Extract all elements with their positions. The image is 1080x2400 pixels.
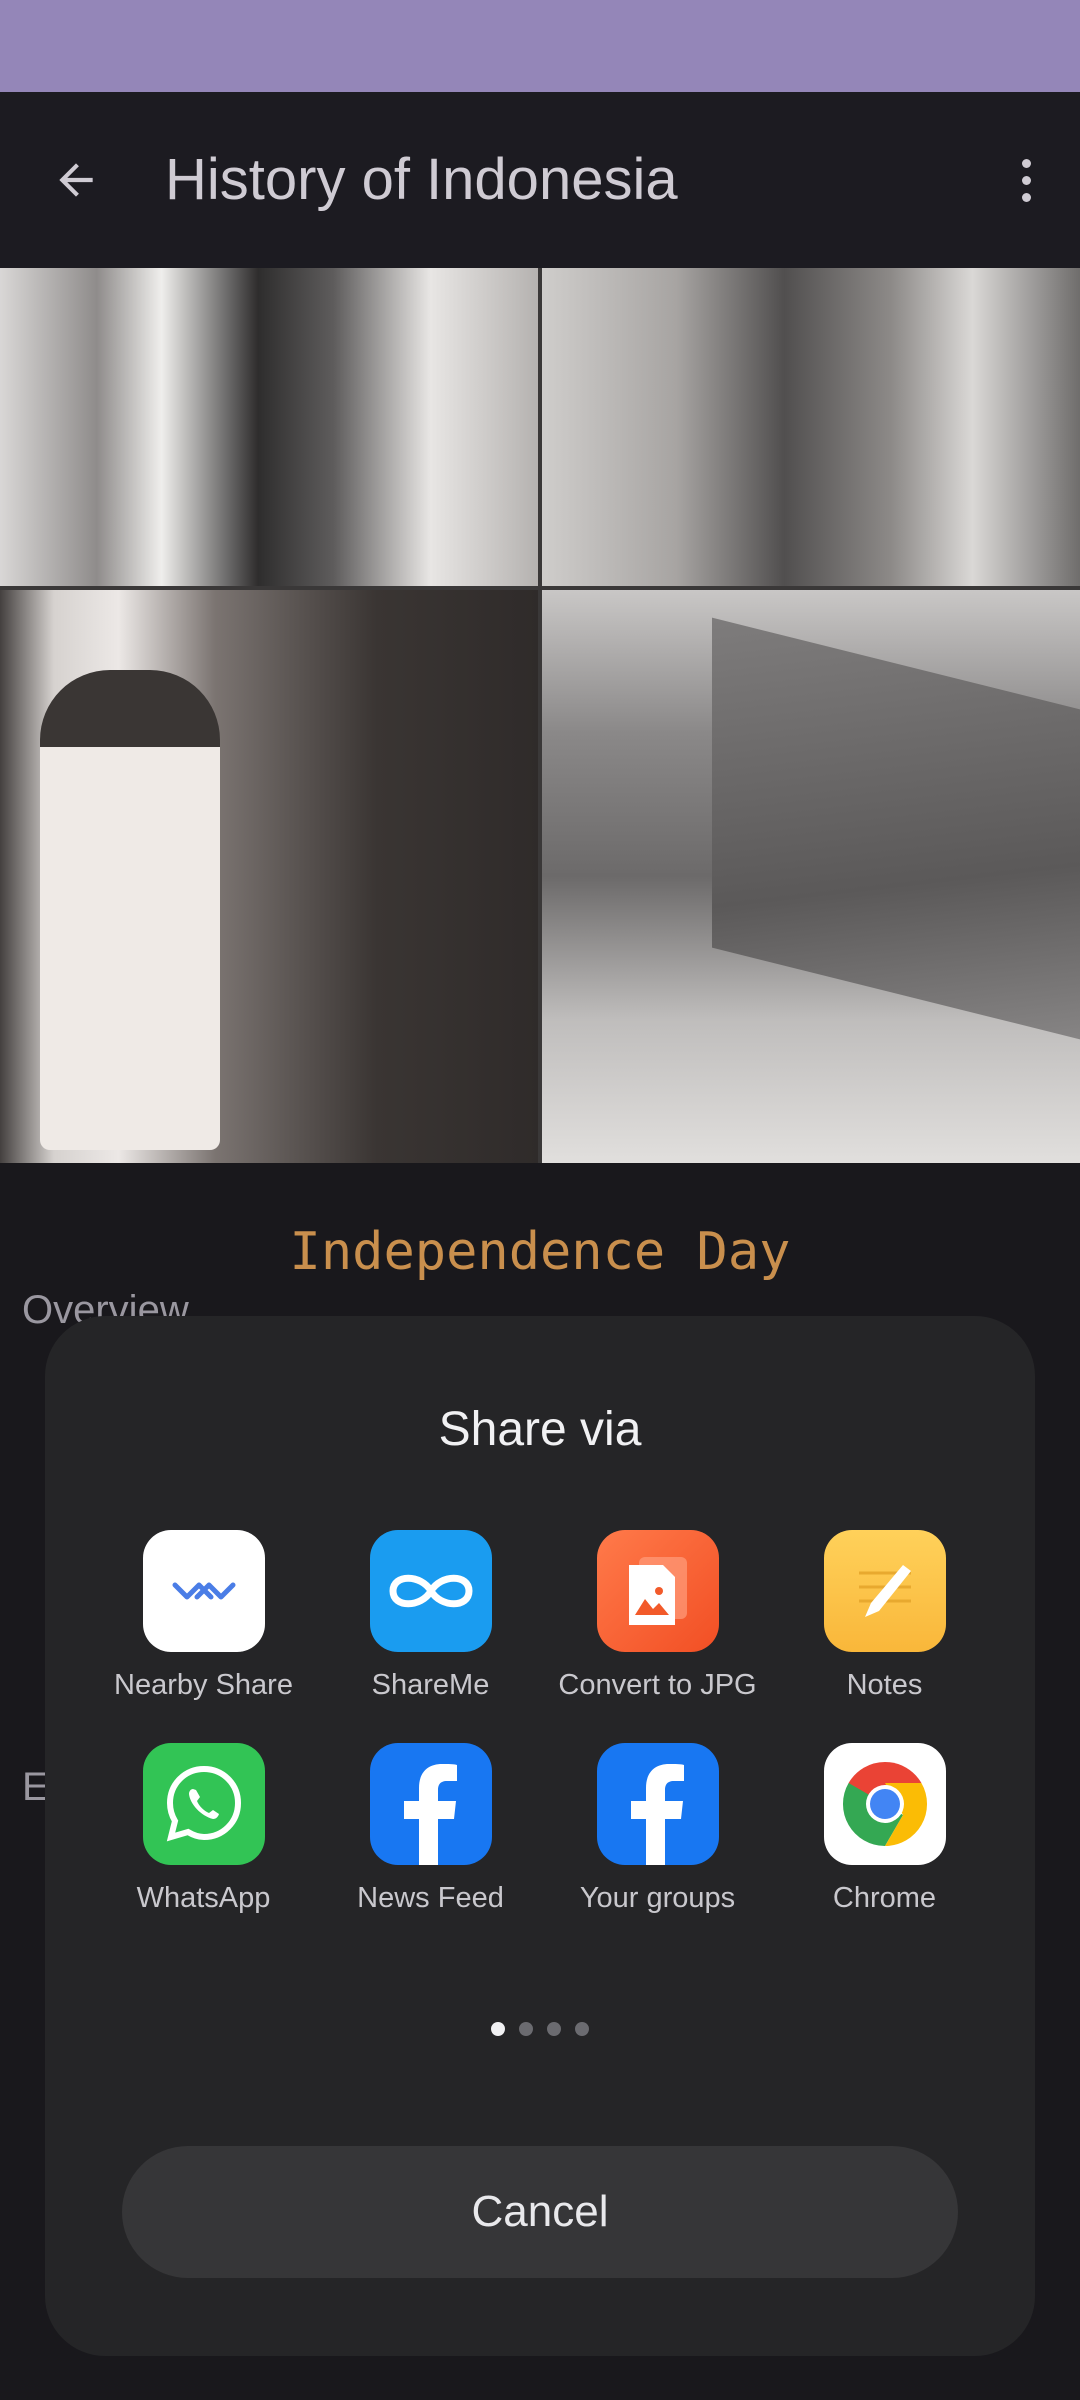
whatsapp-icon xyxy=(142,1743,265,1865)
arrow-back-icon xyxy=(59,163,93,197)
share-app-notes[interactable]: Notes xyxy=(771,1530,998,1703)
page-dot xyxy=(547,2022,561,2036)
photo-tile xyxy=(542,590,1080,1163)
app-bar: History of Indonesia xyxy=(0,92,1080,268)
share-app-label: Nearby Share xyxy=(114,1669,293,1701)
photo-collage xyxy=(0,268,1080,1163)
share-app-label: ShareMe xyxy=(371,1669,490,1701)
share-sheet-title: Share via xyxy=(438,1403,642,1456)
back-button[interactable] xyxy=(40,144,112,216)
page-dot xyxy=(491,2022,505,2036)
status-bar xyxy=(0,0,1080,92)
share-app-news-feed[interactable]: News Feed xyxy=(317,1743,544,1916)
more-options-button[interactable] xyxy=(1008,144,1044,216)
facebook-icon xyxy=(596,1743,719,1865)
share-app-grid: Nearby Share ShareMe Convert to JPG Note… xyxy=(90,1530,998,1916)
nearby-share-icon xyxy=(142,1530,265,1652)
share-app-label: Notes xyxy=(846,1669,923,1701)
photo-tile xyxy=(0,590,538,1163)
shareme-icon xyxy=(369,1530,492,1652)
share-app-label: News Feed xyxy=(357,1882,504,1914)
facebook-icon xyxy=(369,1743,492,1865)
share-app-whatsapp[interactable]: WhatsApp xyxy=(90,1743,317,1916)
page-dot xyxy=(519,2022,533,2036)
share-app-label: Your groups xyxy=(579,1882,736,1914)
cancel-button[interactable]: Cancel xyxy=(122,2146,958,2278)
share-app-label: Convert to JPG xyxy=(558,1669,757,1701)
page-title: History of Indonesia xyxy=(165,147,678,212)
more-vert-icon xyxy=(1021,158,1031,168)
chrome-icon xyxy=(823,1743,946,1865)
page-dot xyxy=(575,2022,589,2036)
share-app-nearby-share[interactable]: Nearby Share xyxy=(90,1530,317,1703)
share-app-your-groups[interactable]: Your groups xyxy=(544,1743,771,1916)
convert-to-jpg-icon xyxy=(596,1530,719,1652)
share-sheet: Share via Nearby Share ShareMe Convert t… xyxy=(45,1316,1035,2356)
notes-icon xyxy=(823,1530,946,1652)
share-app-convert-to-jpg[interactable]: Convert to JPG xyxy=(544,1530,771,1703)
share-app-chrome[interactable]: Chrome xyxy=(771,1743,998,1916)
share-app-label: Chrome xyxy=(832,1882,937,1914)
photo-tile xyxy=(0,268,538,586)
page-indicator xyxy=(45,2022,1035,2036)
share-app-shareme[interactable]: ShareMe xyxy=(317,1530,544,1703)
section-title: Independence Day xyxy=(289,1222,791,1282)
share-app-label: WhatsApp xyxy=(136,1882,271,1914)
photo-tile xyxy=(542,268,1080,586)
